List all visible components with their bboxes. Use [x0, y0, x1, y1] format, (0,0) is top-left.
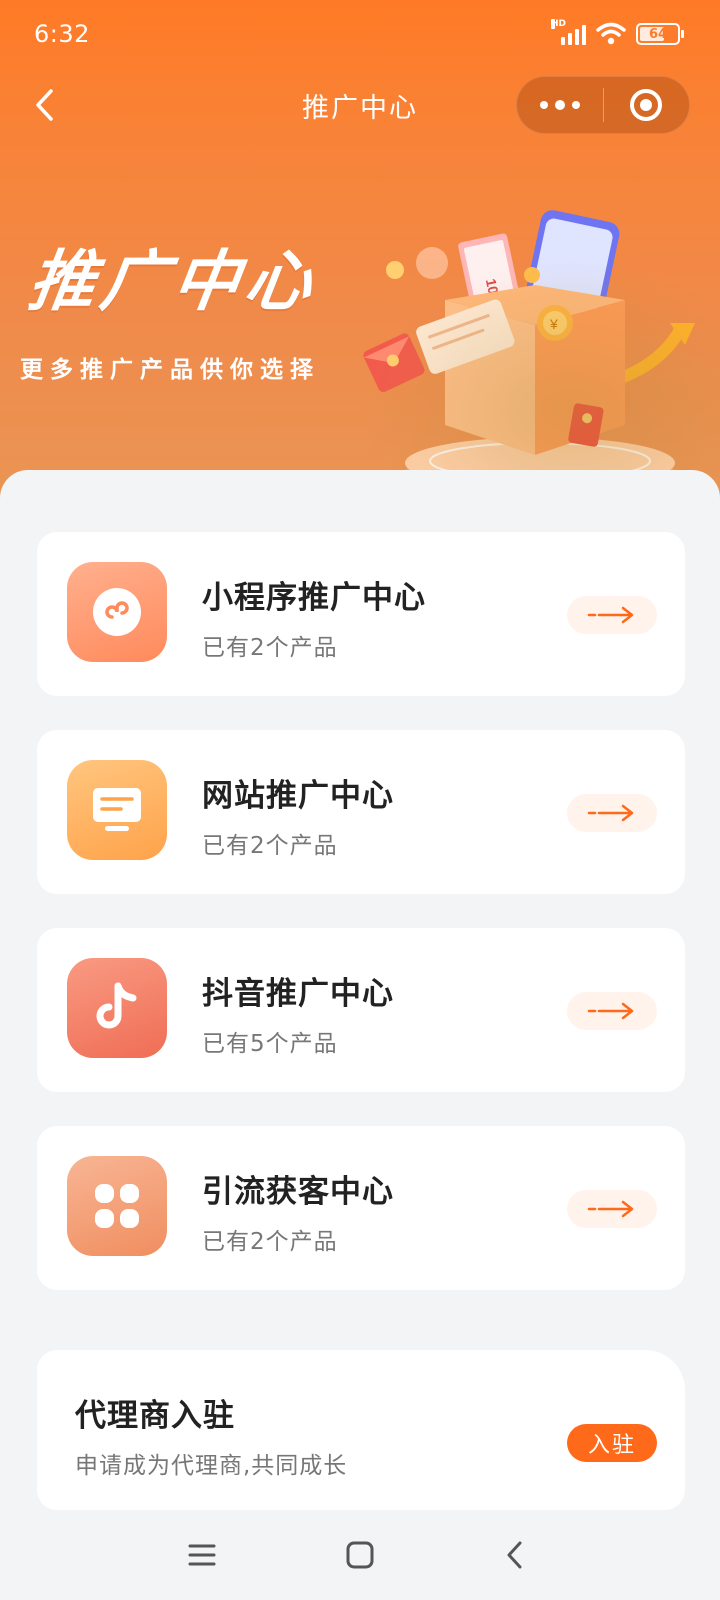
- apps-grid-icon: [67, 1156, 167, 1256]
- arrow-right-icon[interactable]: [567, 1190, 657, 1228]
- banner-title: 推广中心: [23, 243, 323, 320]
- square-icon: [346, 1541, 374, 1569]
- agent-title: 代理商入驻: [75, 1398, 235, 1434]
- status-bar: 6:32 HD 64: [0, 0, 720, 72]
- card-subtitle: 已有2个产品: [202, 635, 338, 661]
- card-mini-program[interactable]: 小程序推广中心 已有2个产品: [37, 532, 685, 696]
- close-mini-program-button[interactable]: [604, 76, 690, 134]
- chevron-left-icon: [507, 1541, 522, 1569]
- menu-button[interactable]: [177, 1530, 227, 1580]
- money-label: 100: [483, 277, 504, 303]
- card-website[interactable]: 网站推广中心 已有2个产品: [37, 730, 685, 894]
- card-subtitle: 已有2个产品: [202, 833, 338, 859]
- system-back-button[interactable]: [490, 1530, 540, 1580]
- card-subtitle: 已有2个产品: [202, 1229, 338, 1255]
- header-background: 6:32 HD 64 推广中心 推广中心 更多推广产品供你选择 100 ¥: [0, 0, 720, 520]
- home-button[interactable]: [335, 1530, 385, 1580]
- mini-program-capsule: [516, 76, 690, 134]
- card-title: 引流获客中心: [202, 1174, 394, 1210]
- battery-icon: 64: [636, 23, 684, 45]
- wifi-icon: [596, 22, 626, 45]
- dot: [571, 101, 580, 109]
- signal-icon: HD: [551, 19, 586, 45]
- coin-symbol: ¥: [549, 316, 558, 332]
- status-time: 6:32: [34, 20, 90, 48]
- network-type-label: HD: [551, 19, 567, 29]
- system-nav-bar: [0, 1510, 720, 1600]
- card-title: 抖音推广中心: [202, 976, 394, 1012]
- arrow-right-icon[interactable]: [567, 596, 657, 634]
- card-lead-generation[interactable]: 引流获客中心 已有2个产品: [37, 1126, 685, 1290]
- arrow-right-icon[interactable]: [567, 794, 657, 832]
- more-button[interactable]: [517, 76, 603, 134]
- card-title: 网站推广中心: [202, 778, 394, 814]
- mini-program-icon: [67, 562, 167, 662]
- douyin-icon: [67, 958, 167, 1058]
- dot: [554, 100, 565, 110]
- banner-illustration: 100 ¥: [363, 210, 695, 499]
- card-title: 小程序推广中心: [202, 580, 426, 616]
- website-monitor-icon: [67, 760, 167, 860]
- arrow-right-icon[interactable]: [567, 992, 657, 1030]
- banner-subtitle: 更多推广产品供你选择: [20, 357, 320, 383]
- agent-subtitle: 申请成为代理商,共同成长: [75, 1453, 348, 1479]
- target-icon: [630, 89, 663, 121]
- dot: [539, 101, 548, 109]
- card-douyin[interactable]: 抖音推广中心 已有5个产品: [37, 928, 685, 1092]
- join-button[interactable]: 入驻: [567, 1424, 657, 1462]
- card-subtitle: 已有5个产品: [202, 1031, 338, 1057]
- status-icons: HD 64: [551, 19, 684, 46]
- menu-icon: [188, 1544, 216, 1566]
- agent-join-card: 代理商入驻 申请成为代理商,共同成长 入驻: [37, 1350, 685, 1510]
- nav-bar: 推广中心: [0, 72, 720, 138]
- battery-level: 64: [648, 26, 668, 42]
